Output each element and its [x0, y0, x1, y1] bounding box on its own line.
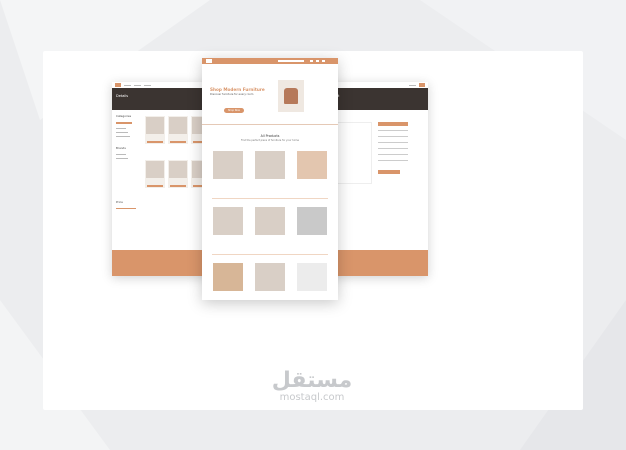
- mockup-home-page: Shop Modern Furniture Discover furniture…: [202, 58, 338, 300]
- left-hero-banner: Details: [112, 88, 210, 110]
- product-card[interactable]: [296, 206, 328, 248]
- sidebar-heading-brands: Brands: [116, 146, 126, 150]
- heart-icon[interactable]: [316, 60, 319, 62]
- watermark-arabic: مستقل: [271, 368, 353, 393]
- product-card[interactable]: [212, 206, 244, 248]
- watermark: مستقل mostaql.com: [262, 370, 362, 403]
- product-card[interactable]: [145, 116, 165, 144]
- checkout-button[interactable]: [378, 170, 400, 174]
- hero-shop-now-button[interactable]: Shop Now: [224, 108, 244, 113]
- logo-icon: [115, 83, 121, 87]
- product-card[interactable]: [254, 206, 286, 248]
- product-card[interactable]: [212, 262, 244, 292]
- left-hero-title: Details: [116, 94, 129, 98]
- logo-icon: [206, 59, 212, 63]
- mockup-product-listing: Details Categories Brands Price: [112, 82, 210, 276]
- product-card[interactable]: [168, 160, 188, 188]
- product-card[interactable]: [168, 116, 188, 144]
- price-slider[interactable]: [116, 208, 136, 209]
- mockup-cart: Cart: [328, 82, 428, 276]
- product-card[interactable]: [145, 160, 165, 188]
- hero-title: Shop Modern Furniture: [210, 87, 265, 92]
- right-hero-banner: Cart: [328, 88, 428, 110]
- watermark-latin: mostaql.com: [279, 392, 345, 403]
- left-footer: [112, 250, 210, 276]
- section-divider: [202, 124, 338, 125]
- right-footer: [328, 250, 428, 276]
- search-input[interactable]: [278, 60, 304, 62]
- sidebar-active-filter[interactable]: [116, 122, 132, 124]
- product-card[interactable]: [254, 150, 286, 192]
- user-icon[interactable]: [310, 60, 313, 62]
- cart-icon[interactable]: [419, 83, 425, 87]
- product-card[interactable]: [296, 262, 328, 292]
- product-card[interactable]: [296, 150, 328, 192]
- hero-chair-image: [278, 80, 304, 112]
- cart-summary-header: [378, 122, 408, 126]
- hero-subtitle: Discover furniture for every room: [210, 93, 254, 96]
- sidebar-heading-categories: Categories: [116, 114, 132, 118]
- cart-icon[interactable]: [322, 60, 325, 62]
- product-card[interactable]: [212, 150, 244, 192]
- product-card[interactable]: [254, 262, 286, 292]
- center-hero: Shop Modern Furniture Discover furniture…: [202, 64, 338, 122]
- sidebar-heading-price: Price: [116, 200, 123, 204]
- section-subtitle: Find the perfect piece of furniture for …: [241, 139, 299, 142]
- section-title: All Products: [260, 134, 280, 138]
